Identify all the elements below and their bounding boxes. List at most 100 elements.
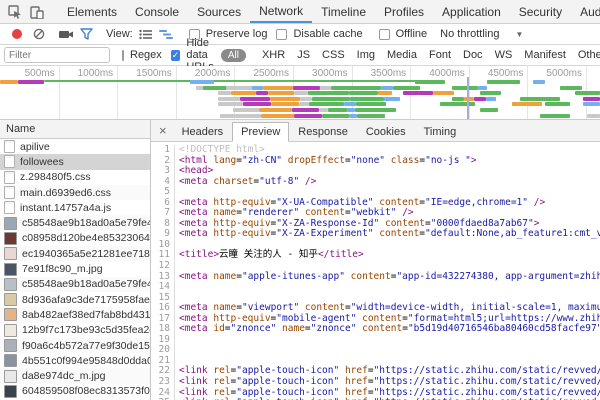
overview-request-bar — [583, 97, 600, 101]
overview-request-bar — [240, 97, 270, 101]
regex-label[interactable]: Regex — [130, 49, 162, 61]
detail-tab-response[interactable]: Response — [289, 122, 357, 142]
overview-request-bar — [415, 80, 445, 84]
overview-request-bar — [512, 102, 542, 106]
request-row[interactable]: f90a6c4b572a77e9f30de153… — [0, 338, 150, 353]
image-thumbnail-icon — [4, 308, 17, 321]
code-line: 4<meta charset="utf-8" /> — [151, 177, 600, 188]
clear-icon[interactable] — [29, 26, 49, 42]
filter-type-css[interactable]: CSS — [316, 49, 351, 61]
filter-input[interactable] — [4, 47, 110, 63]
code-text — [175, 335, 179, 346]
request-row[interactable]: 12b9f7c173be93c5d35fea2d… — [0, 323, 150, 338]
network-main: Name apilivefollowees z.298480f5.css main.… — [0, 120, 600, 400]
overview-request-bar — [299, 102, 309, 106]
filter-type-js[interactable]: JS — [291, 49, 316, 61]
request-row[interactable]: 604859508f08ec8313573f0e7… — [0, 384, 150, 399]
view-list-icon[interactable] — [136, 26, 156, 42]
overview-request-bar — [18, 80, 44, 84]
ruler-tick-label: 4500ms — [488, 68, 528, 79]
name-column-header[interactable]: Name — [0, 120, 150, 139]
detail-tab-headers[interactable]: Headers — [173, 122, 233, 142]
filter-type-xhr[interactable]: XHR — [256, 49, 291, 61]
detail-tab-cookies[interactable]: Cookies — [357, 122, 415, 142]
request-row[interactable]: main.d6939ed6.css — [0, 185, 150, 200]
code-text: <html lang="zh-CN" dropEffect="none" cla… — [175, 156, 477, 167]
devtools-tabbar: ElementsConsoleSourcesNetworkTimelinePro… — [0, 0, 600, 24]
request-row[interactable]: c08958d120be4e853230649… — [0, 231, 150, 246]
main-tab-network[interactable]: Network — [250, 0, 312, 23]
filter-type-manifest[interactable]: Manifest — [518, 49, 572, 61]
filter-type-font[interactable]: Font — [423, 49, 457, 61]
filter-type-other[interactable]: Other — [572, 49, 600, 61]
ruler-gridline — [117, 66, 118, 119]
main-tab-profiles[interactable]: Profiles — [375, 0, 433, 23]
hide-data-urls-checkbox[interactable]: ✓ — [171, 50, 181, 61]
main-tab-audits[interactable]: Audits — [571, 0, 600, 23]
overview-request-bar — [268, 91, 294, 95]
filter-type-doc[interactable]: Doc — [457, 49, 489, 61]
offline-checkbox[interactable] — [379, 29, 390, 40]
request-row[interactable]: 8ab482aef38ed7fab8bd4314… — [0, 307, 150, 322]
filter-type-all[interactable]: All — [221, 49, 246, 62]
request-row[interactable]: instant.14757a4a.js — [0, 200, 150, 215]
request-row[interactable]: c58548ae9b18ad0a5e79fe4e… — [0, 277, 150, 292]
line-number: 5 — [151, 187, 175, 198]
main-tab-security[interactable]: Security — [510, 0, 571, 23]
show-overview-waterfall-icon[interactable] — [156, 26, 176, 42]
device-toolbar-icon[interactable] — [26, 4, 48, 20]
overview-request-bar — [474, 97, 486, 101]
request-name: 604859508f08ec8313573f0e7… — [22, 385, 150, 397]
code-text: <meta id="znonce" name="znonce" content=… — [175, 324, 600, 335]
disable-cache-checkbox[interactable] — [276, 29, 287, 40]
request-row[interactable]: z.298480f5.css — [0, 170, 150, 185]
filter-type-ws[interactable]: WS — [489, 49, 519, 61]
timeline-overview[interactable]: 500ms1000ms1500ms2000ms2500ms3000ms3500m… — [0, 66, 600, 120]
request-row[interactable]: apilive — [0, 139, 150, 154]
line-number: 8 — [151, 219, 175, 230]
filter-type-media[interactable]: Media — [381, 49, 423, 61]
request-row[interactable]: da8e974dc_m.jpg — [0, 368, 150, 383]
filter-type-img[interactable]: Img — [351, 49, 381, 61]
request-row[interactable]: followees — [0, 154, 150, 169]
screenshot-camera-icon[interactable] — [56, 26, 76, 42]
request-row[interactable]: c58548ae9b18ad0a5e79fe4e… — [0, 215, 150, 230]
tabbar-icons — [0, 0, 52, 23]
detail-tab-preview[interactable]: Preview — [232, 122, 289, 142]
request-row[interactable]: 8d936afa9c3de7175958fae5… — [0, 292, 150, 307]
document-icon — [4, 186, 15, 199]
throttling-dropdown[interactable]: No throttling ▼ — [440, 28, 523, 40]
code-line: 9<meta http-equiv="X-ZA-Experiment" cont… — [151, 229, 600, 240]
ruler-gridline — [176, 66, 177, 119]
preview-code-area[interactable]: 1<!DOCTYPE html>2<html lang="zh-CN" drop… — [151, 142, 600, 400]
overview-request-bar — [218, 97, 240, 101]
ruler-tick-label: 1000ms — [78, 68, 118, 79]
inspect-element-icon[interactable] — [4, 4, 26, 20]
close-icon[interactable]: × — [155, 123, 173, 141]
overview-request-bar — [252, 86, 263, 90]
filter-funnel-icon[interactable] — [76, 26, 96, 42]
offline-label[interactable]: Offline — [396, 28, 428, 40]
request-name: z.298480f5.css — [20, 171, 91, 183]
overview-request-bar — [331, 86, 381, 90]
overview-request-bar — [231, 91, 256, 95]
record-button[interactable] — [12, 29, 22, 39]
overview-request-bar — [480, 108, 498, 112]
request-row[interactable]: ec1940365a5e21281ee71856… — [0, 246, 150, 261]
detail-tab-timing[interactable]: Timing — [415, 122, 466, 142]
disable-cache-label[interactable]: Disable cache — [293, 28, 362, 40]
request-row[interactable]: 4b551c0f994e95848d0dda09… — [0, 353, 150, 368]
preserve-log-label[interactable]: Preserve log — [206, 28, 268, 40]
main-tab-application[interactable]: Application — [433, 0, 510, 23]
network-filter-bar: Regex ✓ Hide data URLs All XHRJSCSSImgMe… — [0, 45, 600, 66]
line-number: 6 — [151, 198, 175, 209]
main-tab-elements[interactable]: Elements — [58, 0, 126, 23]
overview-request-bar — [243, 102, 271, 106]
regex-checkbox[interactable] — [122, 50, 124, 61]
overview-request-bar — [480, 91, 501, 95]
request-row[interactable]: 7e91f8c90_m.jpg — [0, 261, 150, 276]
overview-request-bar — [344, 102, 356, 106]
main-tab-console[interactable]: Console — [126, 0, 188, 23]
main-tab-sources[interactable]: Sources — [188, 0, 250, 23]
main-tab-timeline[interactable]: Timeline — [312, 0, 375, 23]
